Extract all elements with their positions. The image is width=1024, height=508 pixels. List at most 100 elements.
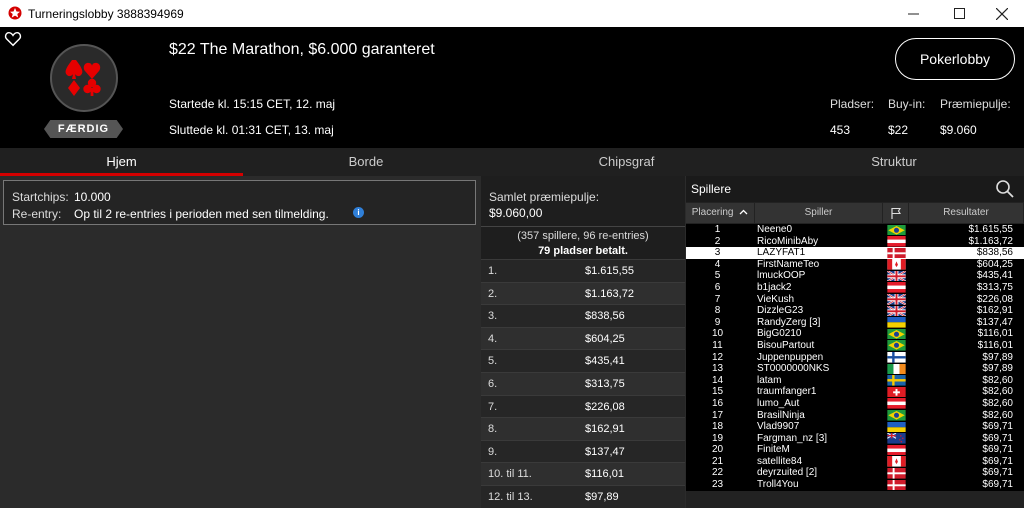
country-flag-gb-icon [887, 305, 906, 317]
payout-amount: $162,91 [585, 423, 625, 436]
tournament-info-box: Startchips: 10.000 Re-entry: Op til 2 re… [3, 180, 476, 225]
player-list: 1 Neene0 $1.615,55 2 RicoMinibAby $1.163,72 3 L… [686, 224, 1024, 491]
table-row[interactable]: 16 lumo_Aut $82,60 [686, 397, 1024, 410]
row-result: $226,08 [976, 293, 1013, 305]
row-player-name: lmuckOOP [757, 270, 806, 282]
table-row[interactable]: 14 latam $82,60 [686, 374, 1024, 387]
payout-place: 7. [488, 400, 498, 413]
row-player-name: BigG0210 [757, 328, 802, 340]
column-place[interactable]: Placering [686, 203, 755, 223]
row-place: 3 [714, 247, 721, 259]
card-suits-icon [65, 60, 101, 96]
tab-struktur[interactable]: Struktur [764, 148, 1024, 176]
column-player[interactable]: Spiller [755, 203, 883, 223]
table-row[interactable]: 15 traumfanger1 $82,60 [686, 386, 1024, 398]
players-title: Spillere [691, 182, 732, 196]
table-row[interactable]: 5 lmuckOOP $435,41 [686, 270, 1024, 282]
payout-place: 9. [488, 445, 498, 458]
table-row[interactable]: 4 FirstNameTeo $604,25 [686, 258, 1024, 271]
table-row[interactable]: 20 FiniteM $69,71 [686, 444, 1024, 456]
table-row[interactable]: 13 ST0000000NKS $97,89 [686, 363, 1024, 375]
payout-row: 7. $226,08 [481, 394, 685, 418]
country-flag-dk-icon [887, 247, 906, 259]
favorite-heart-icon[interactable] [4, 30, 22, 48]
row-result: $82,60 [982, 374, 1013, 386]
row-place: 9 [714, 316, 721, 328]
info-icon[interactable]: i [353, 207, 364, 218]
tab-chipsgraf[interactable]: Chipsgraf [489, 148, 764, 176]
row-result: $69,71 [982, 479, 1013, 491]
row-place: 6 [714, 281, 721, 293]
payout-amount: $1.163,72 [585, 287, 634, 300]
column-country[interactable] [883, 203, 909, 223]
row-player-name: FiniteM [757, 444, 790, 456]
row-player-name: satellite84 [757, 455, 803, 467]
table-row[interactable]: 2 RicoMinibAby $1.163,72 [686, 235, 1024, 248]
country-flag-at-icon [887, 282, 906, 294]
table-row[interactable]: 18 Vlad9907 $69,71 [686, 421, 1024, 433]
row-player-name: b1jack2 [757, 281, 792, 293]
flag-icon [890, 207, 901, 219]
table-row[interactable]: 9 RandyZerg [3] $137,47 [686, 316, 1024, 329]
row-result: $69,71 [982, 455, 1013, 467]
minimize-button[interactable] [890, 0, 936, 27]
row-result: $69,71 [982, 432, 1013, 444]
table-row[interactable]: 22 deyrzuited [2] $69,71 [686, 467, 1024, 480]
divider [481, 226, 685, 227]
table-row[interactable]: 1 Neene0 $1.615,55 [686, 224, 1024, 236]
row-place: 2 [714, 235, 721, 247]
total-prizepool-label: Samlet præmiepulje: [489, 190, 600, 204]
row-place: 18 [711, 421, 724, 433]
country-flag-ca-icon [887, 259, 906, 270]
payout-place: 2. [488, 287, 498, 300]
payout-row: 10. til 11. $116,01 [481, 462, 685, 485]
search-icon[interactable] [995, 179, 1015, 199]
table-row[interactable]: 7 VieKush $226,08 [686, 293, 1024, 306]
table-row[interactable]: 21 satellite84 $69,71 [686, 455, 1024, 468]
row-result: $435,41 [976, 270, 1013, 282]
row-result: $116,01 [977, 339, 1013, 351]
payout-amount: $137,47 [585, 445, 625, 458]
payout-row: 2. $1.163,72 [481, 281, 685, 305]
maximize-button[interactable] [936, 0, 982, 27]
tab-hjem[interactable]: Hjem [0, 148, 243, 176]
table-row[interactable]: 12 Juppenpuppen $97,89 [686, 351, 1024, 364]
country-flag-br-icon [887, 340, 906, 352]
tab-borde[interactable]: Borde [243, 148, 489, 176]
country-flag-nz-icon [887, 433, 906, 444]
country-flag-ca-icon [887, 456, 906, 467]
pokerlobby-button[interactable]: Pokerlobby [895, 38, 1015, 80]
payout-amount: $97,89 [585, 490, 619, 503]
table-row-highlighted[interactable]: 3 LAZYFAT1 $838,56 [686, 247, 1024, 259]
row-player-name: DizzleG23 [757, 305, 804, 317]
info-panel: Startchips: 10.000 Re-entry: Op til 2 re… [0, 176, 480, 508]
row-place: 16 [711, 397, 724, 409]
table-row[interactable]: 11 BisouPartout $116,01 [686, 339, 1024, 352]
prizepool-panel: Samlet præmiepulje: $9.060,00 (357 spill… [481, 176, 685, 508]
payout-row: 3. $838,56 [481, 304, 685, 327]
payout-place: 12. til 13. [488, 490, 533, 503]
table-row[interactable]: 6 b1jack2 $313,75 [686, 281, 1024, 294]
row-player-name: Neene0 [757, 224, 793, 235]
column-results[interactable]: Resultater [909, 203, 1024, 223]
row-place: 14 [711, 374, 724, 386]
table-row[interactable]: 23 Troll4You $69,71 [686, 479, 1024, 491]
table-row[interactable]: 8 DizzleG23 $162,91 [686, 305, 1024, 317]
table-row[interactable]: 17 BrasilNinja $82,60 [686, 409, 1024, 422]
table-row[interactable]: 10 BigG0210 $116,01 [686, 328, 1024, 340]
tournament-title: $22 The Marathon, $6.000 garanteret [169, 41, 435, 58]
payout-amount: $313,75 [585, 377, 625, 390]
row-result: $1.163,72 [968, 235, 1014, 247]
country-flag-se-icon [887, 375, 906, 386]
close-button[interactable] [979, 0, 1024, 27]
payout-amount: $116,01 [585, 468, 624, 481]
country-flag-gb-icon [887, 270, 906, 282]
end-time: Sluttede kl. 01:31 CET, 13. maj [169, 123, 334, 137]
row-result: $97,89 [982, 363, 1013, 375]
country-flag-at-icon [887, 444, 906, 456]
row-player-name: Troll4You [757, 479, 799, 491]
buyin-value: $22 [888, 123, 909, 137]
row-player-name: RicoMinibAby [757, 235, 819, 247]
country-flag-br-icon [887, 410, 906, 421]
table-row[interactable]: 19 Fargman_nz [3] $69,71 [686, 432, 1024, 445]
